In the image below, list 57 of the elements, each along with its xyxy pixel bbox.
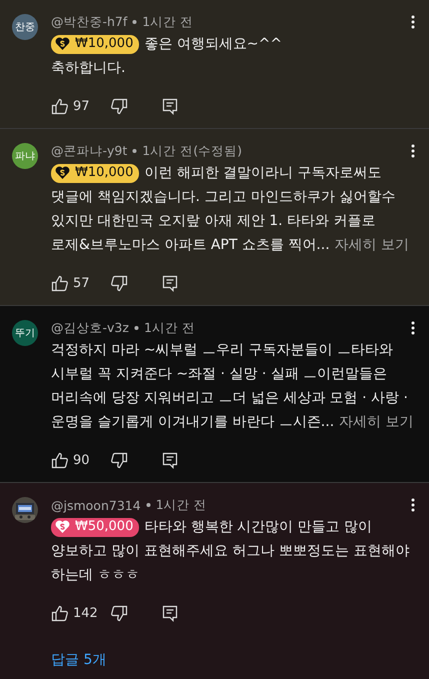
author-name[interactable]: @콘파냐-y9t xyxy=(51,142,128,160)
dislike-icon[interactable] xyxy=(110,604,128,622)
comment-text: 걱정하지 마라 ~씨부럴 ㅡ우리 구독자분들이 ㅡ타타와 xyxy=(51,341,393,360)
avatar[interactable]: 파냐 xyxy=(12,143,38,169)
money-heart-icon xyxy=(55,166,70,180)
like-count: 90 xyxy=(73,452,91,468)
like-icon[interactable] xyxy=(51,604,69,622)
money-heart-icon xyxy=(55,520,70,534)
donation-badge: ₩10,000 xyxy=(51,34,140,54)
author-name[interactable]: @김상호-v3z xyxy=(51,320,129,336)
comment-time: 1시간 전 xyxy=(144,320,195,336)
like-icon[interactable] xyxy=(51,274,69,292)
more-options-icon[interactable] xyxy=(411,498,415,512)
reply-icon[interactable] xyxy=(162,604,178,622)
reply-icon[interactable] xyxy=(162,452,178,468)
like-icon[interactable] xyxy=(51,98,69,114)
comment-text: 이런 해피한 결말이라니 구독자로써도 xyxy=(144,164,382,183)
dislike-icon[interactable] xyxy=(110,452,128,468)
read-more-link[interactable]: 자세히 보기 xyxy=(334,233,410,257)
like-count: 142 xyxy=(73,606,99,620)
comment-time: 1시간 전(수정됨) xyxy=(142,142,242,160)
more-options-icon[interactable] xyxy=(411,144,415,158)
comment-text: 축하합니다. xyxy=(51,59,126,78)
like-count: 57 xyxy=(73,276,91,290)
comment-text: 좋은 여행되세요~^^ xyxy=(144,35,282,54)
avatar[interactable]: 뚜기 xyxy=(12,320,38,346)
avatar[interactable]: 찬중 xyxy=(12,14,38,40)
comment-text: 머리속에 당장 지워버리고 ㅡ더 넓은 세상과 모험 · 사랑 · xyxy=(51,389,408,408)
comment-text: 타타와 행복한 시간많이 만들고 많이 xyxy=(144,518,372,537)
dislike-icon[interactable] xyxy=(110,274,128,292)
separator-dot-icon xyxy=(130,148,140,154)
more-options-icon[interactable] xyxy=(411,15,415,29)
dislike-icon[interactable] xyxy=(110,98,128,114)
separator-dot-icon xyxy=(130,19,140,25)
comment-text: 댓글에 책임지겠습니다. 그리고 마인드하쿠가 싫어할수 xyxy=(51,188,396,207)
comment-time: 1시간 전 xyxy=(142,14,194,30)
comment-text: 운명을 슬기롭게 이겨내기를 바란다 ㅡ시즌... xyxy=(51,413,334,432)
like-icon[interactable] xyxy=(51,452,69,468)
donation-badge: ₩10,000 xyxy=(51,164,140,182)
reply-icon[interactable] xyxy=(162,98,178,114)
author-name[interactable]: @jsmoon7314 xyxy=(51,498,141,512)
comment-text: 시부럴 꼭 지켜준다 ~좌절 · 실망 · 실패 ㅡ이런말들은 xyxy=(51,365,388,384)
comment-text: 양보하고 많이 표현해주세요 허그나 뽀뽀정도는 표현해야 xyxy=(51,542,410,561)
money-heart-icon xyxy=(55,37,70,51)
reply-icon[interactable] xyxy=(162,274,178,292)
author-name[interactable]: @박찬중-h7f xyxy=(51,14,128,30)
read-more-link[interactable]: 자세히 보기 xyxy=(339,410,414,434)
more-options-icon[interactable] xyxy=(411,321,415,335)
comment-text: 있지만 대한민국 오지랖 아재 제안 1. 타타와 커플로 xyxy=(51,212,376,231)
comment-text: 하는데 ㅎㅎㅎ xyxy=(51,566,140,585)
comment-text: 로제&브루노마스 아파트 APT 쇼츠를 찍어... xyxy=(51,236,330,255)
donation-badge: ₩50,000 xyxy=(51,518,140,536)
replies-link[interactable]: 답글 5개 xyxy=(51,651,106,669)
separator-dot-icon xyxy=(132,325,141,331)
like-count: 97 xyxy=(73,98,91,114)
comment-time: 1시간 전 xyxy=(156,496,207,514)
separator-dot-icon xyxy=(144,502,153,508)
